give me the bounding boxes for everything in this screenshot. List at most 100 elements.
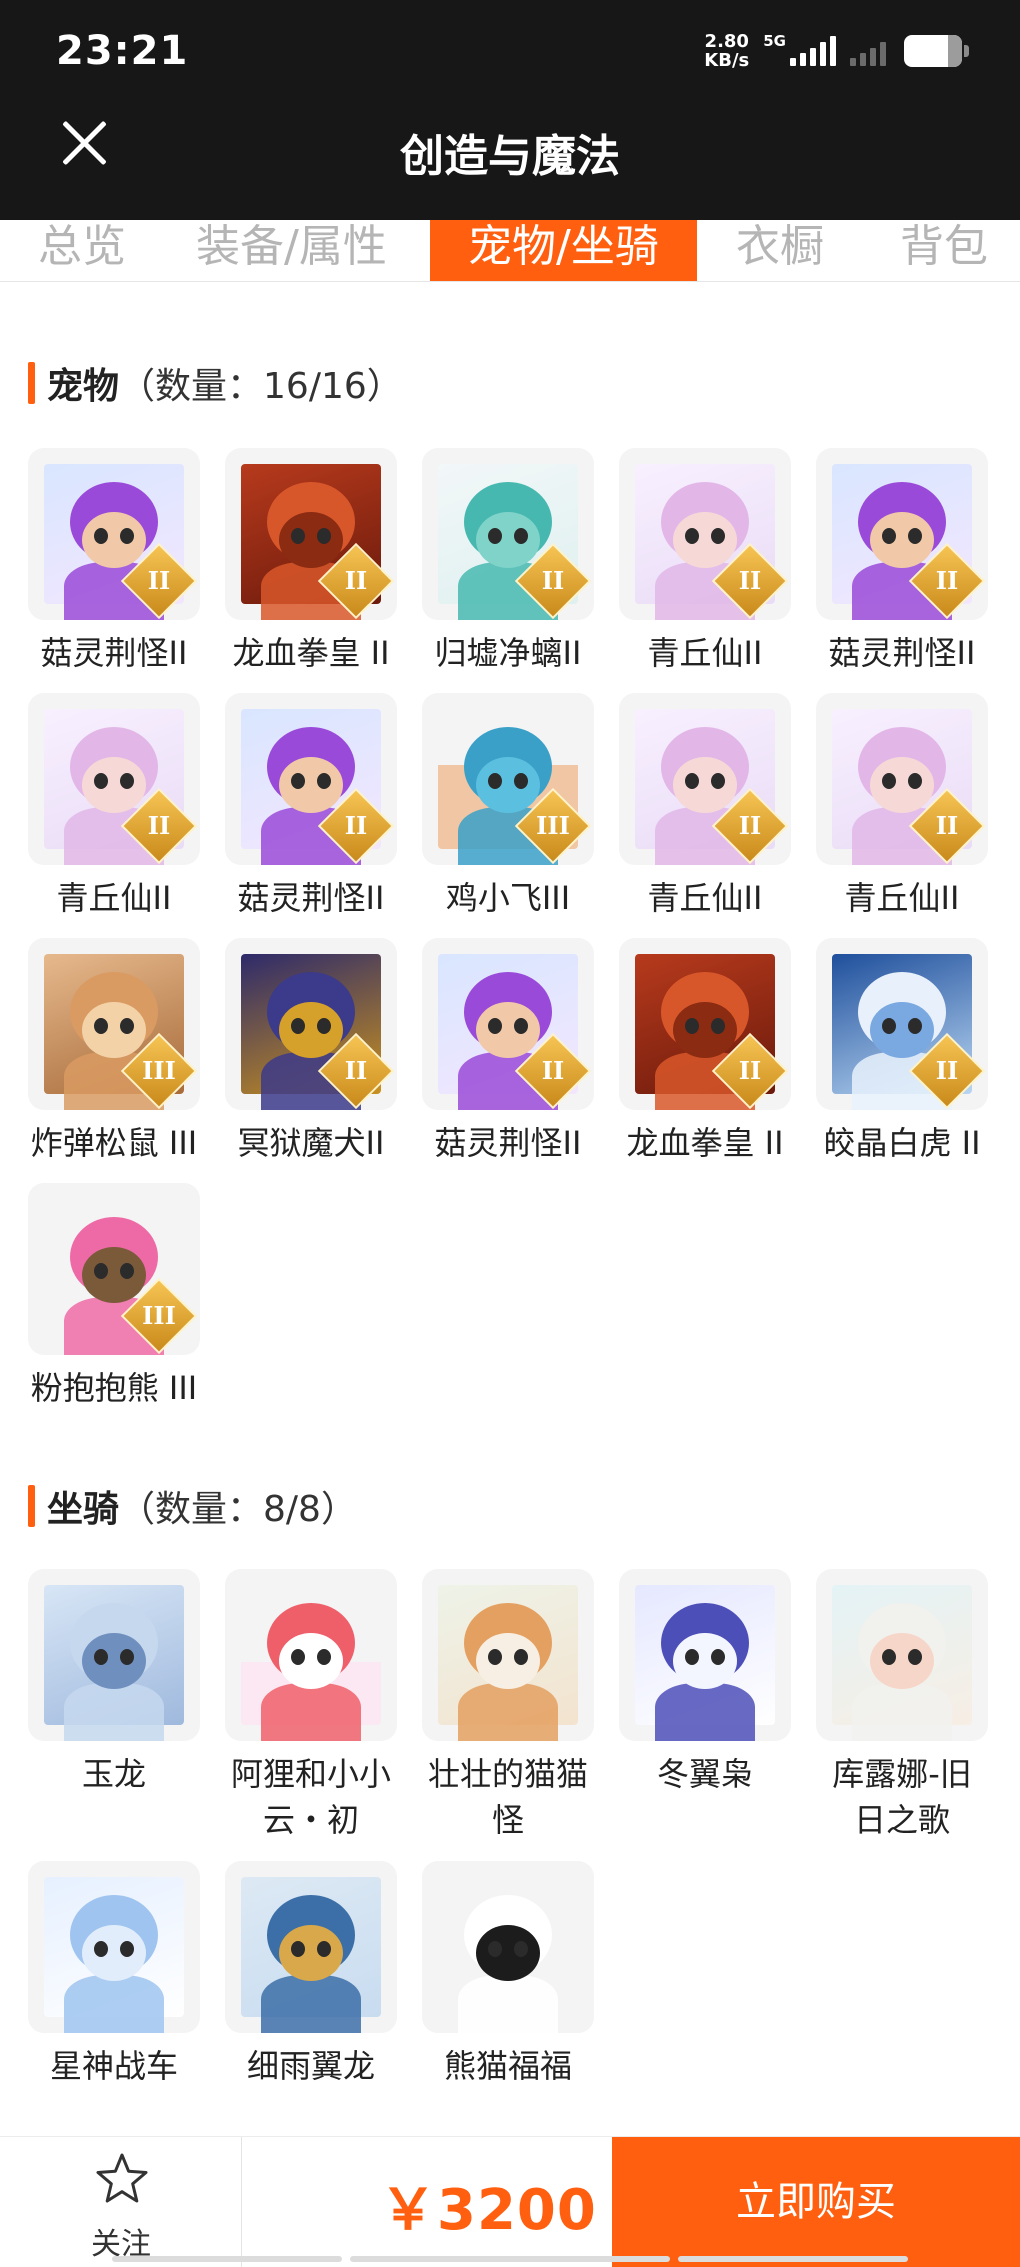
item-name: 玉龙 bbox=[81, 1755, 146, 1793]
jade-dragon-art bbox=[44, 1585, 184, 1741]
scroll-indicator bbox=[350, 2256, 670, 2262]
item-name: 熊猫福福 bbox=[443, 2047, 572, 2085]
tab-wardrobe[interactable]: 衣橱 bbox=[736, 220, 824, 281]
bottom-bar: 关注 ￥3200 立即购买 bbox=[0, 2136, 1020, 2267]
cat-monster-art bbox=[438, 1585, 578, 1741]
item-thumbnail: II bbox=[28, 693, 200, 865]
mount-item[interactable]: 星神战车 bbox=[28, 1861, 200, 2089]
battery-icon bbox=[904, 35, 969, 67]
star-icon bbox=[96, 2153, 148, 2203]
item-name: 壮壮的猫猫怪 bbox=[427, 1755, 588, 1839]
pet-item[interactable]: II 归墟净螭II bbox=[422, 448, 594, 676]
item-name: 青丘仙II bbox=[647, 634, 763, 672]
scroll-indicator bbox=[112, 2256, 342, 2262]
mount-item[interactable]: 库露娜-旧 日之歌 bbox=[816, 1569, 988, 1843]
section-marker bbox=[28, 1485, 35, 1527]
price: ￥3200 bbox=[380, 2178, 597, 2243]
item-thumbnail: II bbox=[619, 938, 791, 1110]
ahri-cloud-art bbox=[241, 1585, 381, 1741]
item-name: 菇灵荆怪II bbox=[828, 634, 976, 672]
buy-now-button[interactable]: 立即购买 bbox=[612, 2137, 1020, 2267]
rain-wyvern-art bbox=[241, 1877, 381, 2033]
item-name: 龙血拳皇 II bbox=[626, 1124, 784, 1162]
mount-item[interactable]: 玉龙 bbox=[28, 1569, 200, 1797]
pet-item[interactable]: II 菇灵荆怪II bbox=[422, 938, 594, 1166]
pet-item[interactable]: II 龙血拳皇 II bbox=[619, 938, 791, 1166]
item-thumbnail bbox=[225, 1569, 397, 1741]
tab-pets-mounts[interactable]: 宠物/坐骑 bbox=[430, 220, 697, 281]
item-thumbnail: II bbox=[422, 448, 594, 620]
item-thumbnail bbox=[28, 1569, 200, 1741]
item-thumbnail bbox=[422, 1569, 594, 1741]
section-title: 坐骑 bbox=[47, 1489, 120, 1530]
pet-item[interactable]: II 皎晶白虎 II bbox=[816, 938, 988, 1166]
item-name: 冬翼枭 bbox=[656, 1755, 753, 1793]
section-marker bbox=[28, 362, 35, 404]
item-thumbnail: II bbox=[619, 448, 791, 620]
mount-item[interactable]: 壮壮的猫猫怪 bbox=[422, 1569, 594, 1843]
item-name: 青丘仙II bbox=[647, 879, 763, 917]
mounts-section-header: 坐骑 （数量：8/8） bbox=[28, 1480, 357, 1532]
item-thumbnail: II bbox=[816, 448, 988, 620]
item-thumbnail: II bbox=[816, 938, 988, 1110]
pet-item[interactable]: II 青丘仙II bbox=[619, 693, 791, 921]
pet-item[interactable]: II 菇灵荆怪II bbox=[28, 448, 200, 676]
item-thumbnail: II bbox=[816, 693, 988, 865]
signal-secondary-icon bbox=[850, 36, 886, 66]
signal-icon bbox=[790, 36, 836, 66]
item-name: 皎晶白虎 II bbox=[823, 1124, 981, 1162]
pet-item[interactable]: II 菇灵荆怪II bbox=[225, 693, 397, 921]
pet-item[interactable]: II 菇灵荆怪II bbox=[816, 448, 988, 676]
item-name: 阿狸和小小 云・初 bbox=[230, 1755, 391, 1839]
pet-item[interactable]: II 青丘仙II bbox=[28, 693, 200, 921]
item-name: 细雨翼龙 bbox=[246, 2047, 375, 2085]
tab-bar: 总览 装备/属性 宠物/坐骑 衣橱 背包 bbox=[0, 220, 1020, 282]
item-thumbnail: II bbox=[619, 693, 791, 865]
item-thumbnail bbox=[422, 1861, 594, 2033]
tab-equipment[interactable]: 装备/属性 bbox=[196, 220, 387, 281]
pet-item[interactable]: III 粉抱抱熊 III bbox=[28, 1183, 200, 1411]
pet-item[interactable]: III 鸡小飞III bbox=[422, 693, 594, 921]
item-name: 库露娜-旧 日之歌 bbox=[832, 1755, 972, 1839]
item-name: 青丘仙II bbox=[56, 879, 172, 917]
follow-button[interactable]: 关注 bbox=[0, 2137, 242, 2267]
network-type: 5G bbox=[763, 32, 786, 50]
item-thumbnail bbox=[225, 1861, 397, 2033]
pet-item[interactable]: II 冥狱魔犬II bbox=[225, 938, 397, 1166]
scroll-indicator bbox=[678, 2256, 908, 2262]
pet-item[interactable]: II 青丘仙II bbox=[619, 448, 791, 676]
item-thumbnail bbox=[619, 1569, 791, 1741]
section-count: （数量：16/16） bbox=[119, 366, 403, 407]
item-thumbnail bbox=[28, 1861, 200, 2033]
status-indicators: 2.80 KB/s 5G bbox=[704, 31, 969, 71]
page-title: 创造与魔法 bbox=[400, 131, 620, 182]
item-thumbnail: III bbox=[28, 938, 200, 1110]
item-name: 鸡小飞III bbox=[445, 879, 571, 917]
item-name: 炸弹松鼠 III bbox=[30, 1124, 198, 1162]
status-time: 23:21 bbox=[56, 28, 189, 74]
item-name: 归墟净螭II bbox=[434, 634, 582, 672]
item-thumbnail bbox=[816, 1569, 988, 1741]
pet-item[interactable]: II 青丘仙II bbox=[816, 693, 988, 921]
item-thumbnail: II bbox=[28, 448, 200, 620]
item-thumbnail: III bbox=[422, 693, 594, 865]
pet-item[interactable]: II 龙血拳皇 II bbox=[225, 448, 397, 676]
kuruna-art bbox=[832, 1585, 972, 1741]
mount-item[interactable]: 熊猫福福 bbox=[422, 1861, 594, 2089]
item-name: 星神战车 bbox=[49, 2047, 178, 2085]
tab-overview[interactable]: 总览 bbox=[38, 220, 126, 281]
section-count: （数量：8/8） bbox=[119, 1489, 357, 1530]
item-name: 粉抱抱熊 III bbox=[30, 1369, 198, 1407]
mount-item[interactable]: 冬翼枭 bbox=[619, 1569, 791, 1797]
item-thumbnail: II bbox=[225, 448, 397, 620]
pet-item[interactable]: III 炸弹松鼠 III bbox=[28, 938, 200, 1166]
tab-backpack[interactable]: 背包 bbox=[900, 220, 988, 281]
item-thumbnail: II bbox=[422, 938, 594, 1110]
item-name: 菇灵荆怪II bbox=[434, 1124, 582, 1162]
app-header: 23:21 2.80 KB/s 5G 创造与魔法 bbox=[0, 0, 1020, 220]
mount-item[interactable]: 阿狸和小小 云・初 bbox=[225, 1569, 397, 1843]
network-speed: 2.80 KB/s bbox=[704, 31, 750, 71]
winter-owl-art bbox=[635, 1585, 775, 1741]
section-title: 宠物 bbox=[47, 366, 120, 407]
mount-item[interactable]: 细雨翼龙 bbox=[225, 1861, 397, 2089]
